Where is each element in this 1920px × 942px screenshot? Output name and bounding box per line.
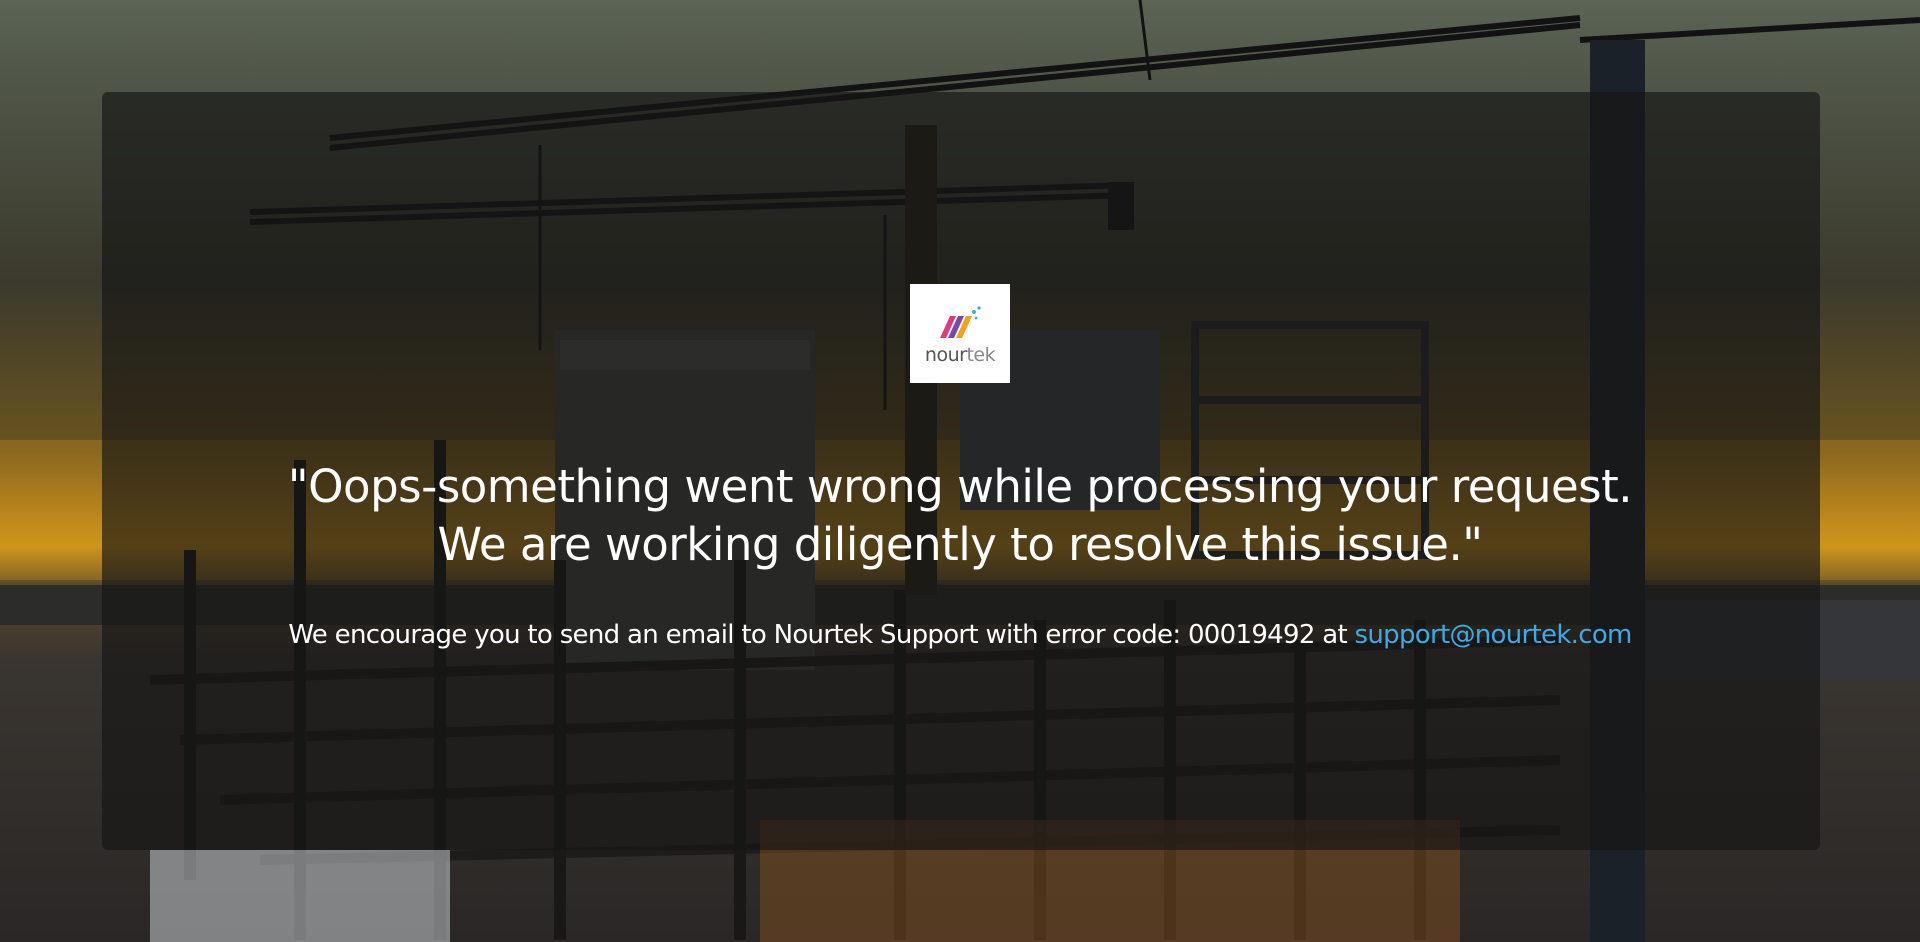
logo-wordmark: nourtek: [910, 344, 1010, 366]
error-headline: "Oops-something went wrong while process…: [160, 458, 1760, 574]
logo-wordmark-main: nour: [924, 344, 967, 366]
nourtek-logo-mark-icon: [940, 306, 981, 338]
logo-wordmark-accent: tek: [966, 344, 996, 366]
support-email-link[interactable]: support@nourtek.com: [1355, 620, 1633, 650]
support-message: We encourage you to send an email to Nou…: [160, 620, 1760, 650]
error-headline-line-1: "Oops-something went wrong while process…: [287, 460, 1633, 513]
error-headline-line-2: We are working diligently to resolve thi…: [437, 518, 1483, 571]
support-message-text: We encourage you to send an email to Nou…: [288, 620, 1355, 650]
nourtek-logo: nourtek: [910, 284, 1010, 383]
